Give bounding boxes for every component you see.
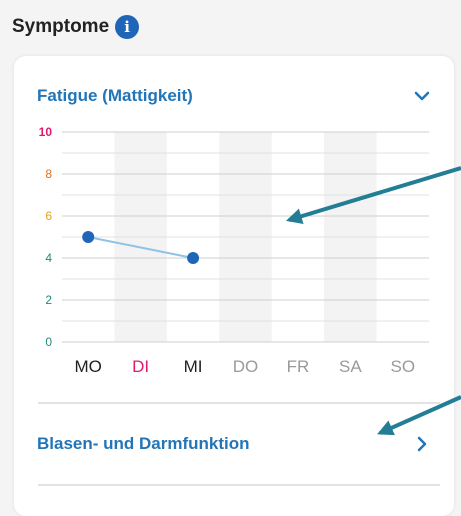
blasen-title: Blasen- und Darmfunktion	[37, 434, 250, 453]
x-tick-label: FR	[287, 357, 310, 376]
y-tick-label: 8	[45, 167, 52, 181]
row-divider-bottom	[38, 484, 440, 486]
x-tick-label: DI	[132, 357, 149, 376]
section-title: Symptome	[12, 16, 110, 37]
y-tick-label: 0	[45, 335, 52, 349]
y-tick-label: 6	[45, 209, 52, 223]
info-icon[interactable]: i	[115, 15, 140, 39]
section-header: Symptome i	[12, 12, 140, 42]
chevron-right-icon[interactable]	[412, 434, 432, 454]
x-tick-label: MO	[75, 357, 102, 376]
x-tick-label: SO	[391, 357, 416, 376]
data-point	[82, 231, 95, 243]
fatigue-chart: 0 2 4 6 8 10 MO DI MI DO FR SA SO	[39, 125, 429, 376]
x-tick-label: MI	[184, 357, 203, 376]
x-tick-label: DO	[233, 357, 259, 376]
y-tick-label: 4	[45, 251, 52, 265]
symptoms-card: Fatigue (Mattigkeit) 0 2 4 6 8 10 MO DI MI DO FR SA…	[14, 56, 454, 516]
x-tick-label: SA	[339, 357, 362, 376]
y-tick-label: 10	[39, 125, 53, 139]
y-tick-label: 2	[45, 293, 52, 307]
blasen-row-header[interactable]: Blasen- und Darmfunktion	[14, 422, 454, 466]
row-divider	[38, 402, 440, 404]
data-point	[187, 252, 200, 264]
